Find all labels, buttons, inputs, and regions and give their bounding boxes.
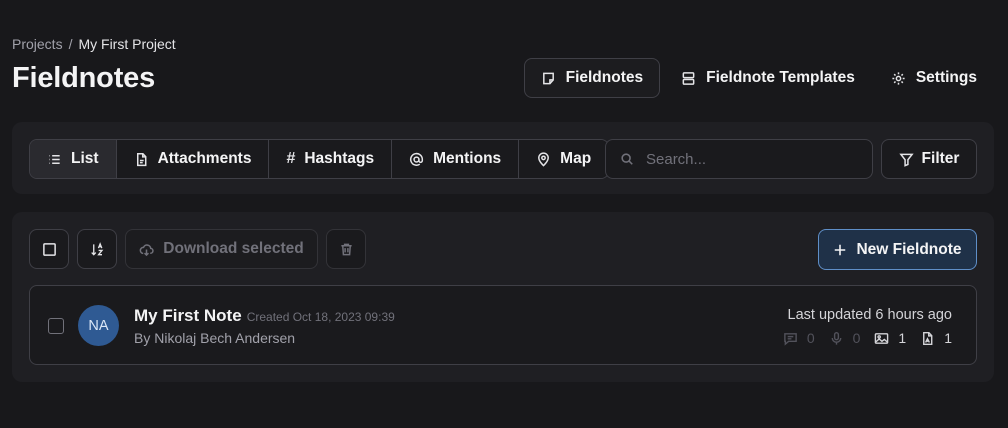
plus-icon — [835, 244, 846, 255]
stat-audio: 0 — [829, 330, 861, 346]
view-tab-attachments-label: Attachments — [157, 150, 252, 167]
map-pin-icon — [538, 151, 550, 167]
breadcrumb-separator: / — [68, 36, 73, 52]
fieldnote-row[interactable]: NA My First Note Created Oct 18, 2023 09… — [29, 285, 977, 365]
download-selected-button[interactable]: Download selected — [125, 229, 318, 269]
stat-files: 1 — [920, 330, 952, 346]
note-created-date: Created Oct 18, 2023 09:39 — [246, 310, 395, 324]
comment-icon — [783, 332, 797, 346]
row-checkbox[interactable] — [48, 318, 64, 334]
stat-comments: 0 — [783, 330, 815, 346]
file-icon — [136, 152, 147, 166]
page-title: Fieldnotes — [12, 62, 156, 94]
template-icon — [682, 71, 695, 85]
view-tab-hashtags-label: Hashtags — [304, 150, 375, 167]
file-icon — [923, 331, 933, 345]
view-tab-map[interactable]: Map — [518, 140, 609, 178]
view-tab-attachments[interactable]: Attachments — [115, 140, 269, 178]
image-icon — [875, 332, 889, 344]
at-icon — [410, 152, 424, 166]
nav-templates-label: Fieldnote Templates — [706, 69, 855, 86]
search-input[interactable] — [646, 150, 846, 168]
list-icon — [49, 154, 60, 164]
stat-images: 1 — [874, 330, 906, 346]
header-nav: Fieldnotes Fieldnote Templates Settings — [523, 58, 992, 98]
microphone-icon — [831, 331, 842, 345]
stat-audio-count: 0 — [852, 330, 861, 346]
checkbox-icon — [42, 242, 56, 256]
delete-button[interactable] — [326, 229, 366, 269]
stat-files-count: 1 — [944, 330, 952, 346]
search-icon — [621, 153, 633, 165]
nav-settings[interactable]: Settings — [876, 58, 992, 98]
filter-button[interactable]: Filter — [881, 139, 977, 179]
note-stats: 0 0 1 1 — [783, 330, 952, 346]
stat-images-count: 1 — [898, 330, 907, 346]
nav-fieldnote-templates[interactable]: Fieldnote Templates — [666, 58, 870, 98]
select-all-button[interactable] — [29, 229, 69, 269]
view-switcher: List Attachments # Hashtags Mentions Map — [29, 139, 610, 179]
filter-icon — [898, 153, 914, 167]
trash-icon — [340, 243, 352, 255]
note-author: By Nikolaj Bech Andersen — [134, 330, 296, 346]
view-tab-list[interactable]: List — [30, 140, 116, 178]
nav-fieldnotes-label: Fieldnotes — [565, 69, 644, 86]
view-tab-list-label: List — [71, 150, 99, 167]
view-toolbar: List Attachments # Hashtags Mentions Map… — [12, 122, 994, 194]
gear-icon — [892, 71, 905, 85]
hash-icon: # — [286, 150, 296, 167]
nav-settings-label: Settings — [915, 69, 977, 86]
cloud-download-icon — [139, 243, 154, 256]
note-title[interactable]: My First Note — [134, 306, 242, 326]
breadcrumb: Projects / My First Project — [12, 36, 176, 52]
download-selected-label: Download selected — [163, 240, 304, 257]
avatar: NA — [78, 305, 119, 346]
breadcrumb-current: My First Project — [78, 36, 176, 52]
stat-comments-count: 0 — [806, 330, 815, 346]
note-title-line: My First Note Created Oct 18, 2023 09:39 — [134, 306, 395, 326]
new-fieldnote-label: New Fieldnote — [856, 240, 962, 258]
view-tab-mentions-label: Mentions — [433, 150, 502, 167]
fieldnote-list-panel: Download selected New Fieldnote NA My Fi… — [12, 212, 994, 382]
view-tab-map-label: Map — [560, 150, 592, 167]
breadcrumb-projects-link[interactable]: Projects — [12, 36, 63, 52]
nav-fieldnotes[interactable]: Fieldnotes — [523, 58, 661, 98]
view-tab-hashtags[interactable]: # Hashtags — [268, 140, 392, 178]
note-last-updated: Last updated 6 hours ago — [787, 307, 952, 323]
view-tab-mentions[interactable]: Mentions — [391, 140, 519, 178]
sort-icon — [90, 241, 103, 256]
new-fieldnote-button[interactable]: New Fieldnote — [818, 229, 977, 270]
search-box — [605, 139, 873, 179]
note-icon — [542, 72, 554, 84]
sort-button[interactable] — [77, 229, 117, 269]
filter-label: Filter — [921, 150, 960, 167]
